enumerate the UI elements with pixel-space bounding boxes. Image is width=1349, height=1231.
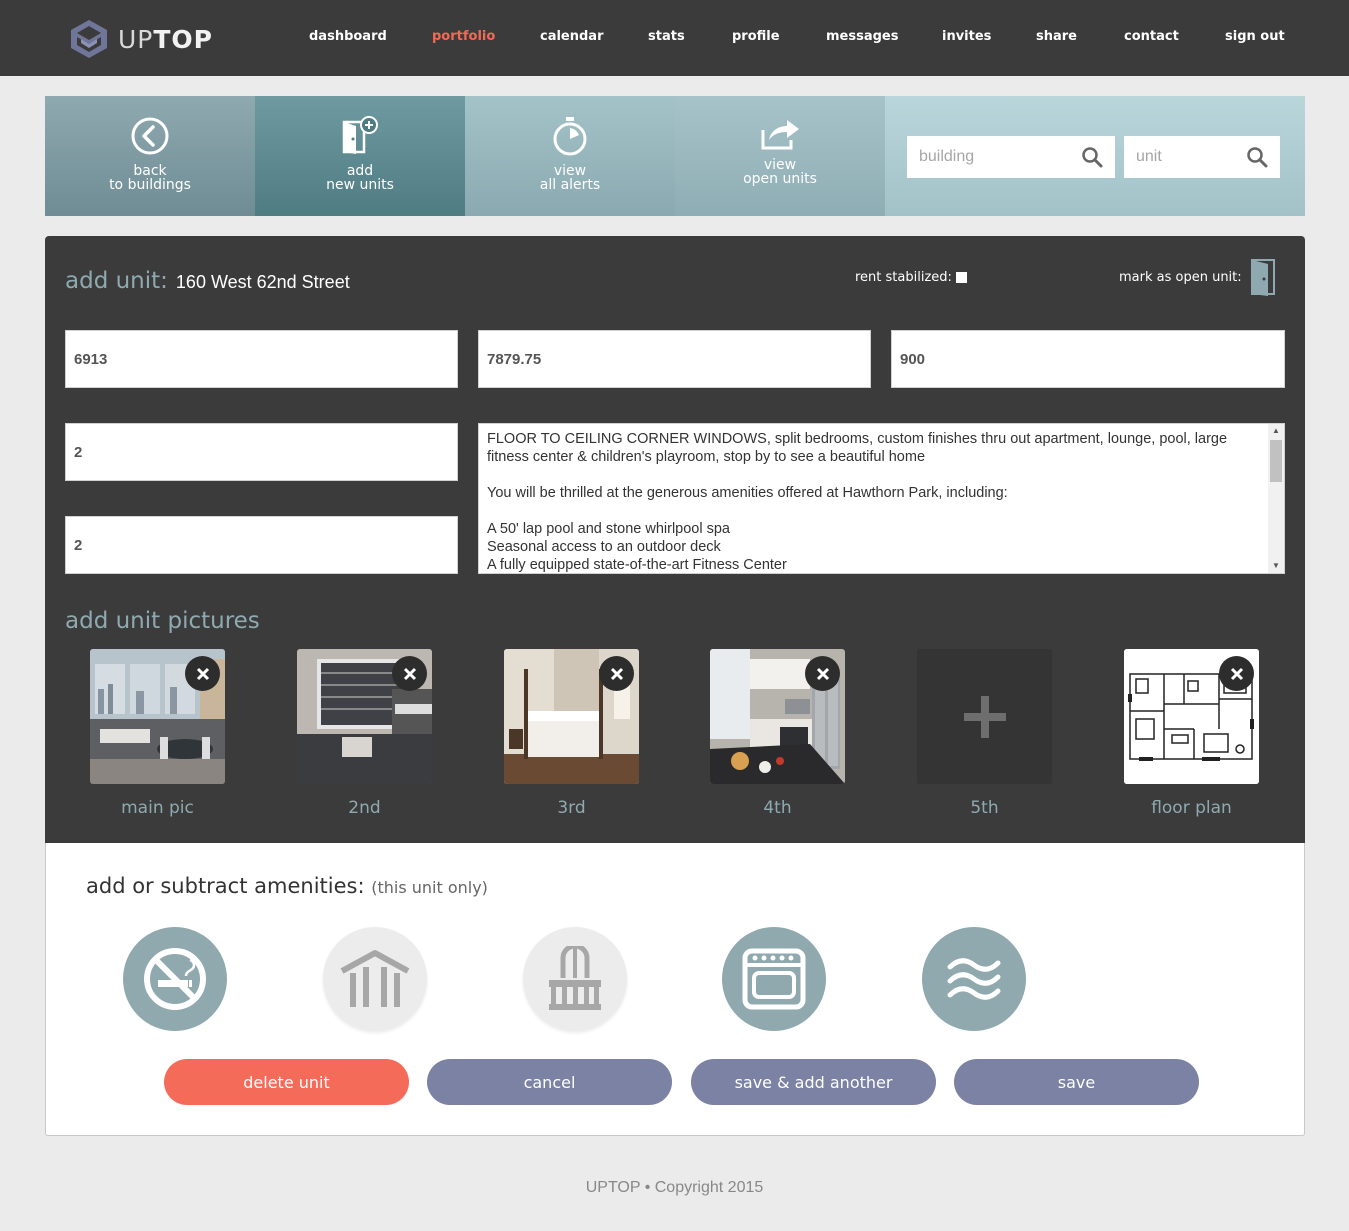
picture-label-4th: 4th bbox=[763, 798, 792, 818]
close-icon bbox=[1230, 667, 1243, 680]
back-to-buildings-button[interactable]: back to buildings bbox=[45, 96, 255, 216]
nav-invites[interactable]: invites bbox=[942, 29, 991, 44]
picture-label-main: main pic bbox=[121, 798, 194, 818]
picture-label-3rd: 3rd bbox=[557, 798, 586, 818]
add-new-units-button[interactable]: add new units bbox=[255, 96, 465, 216]
scroll-down-icon[interactable]: ▼ bbox=[1268, 559, 1284, 573]
footer-copyright: UPTOP • Copyright 2015 bbox=[585, 1179, 764, 1196]
unit-search bbox=[1124, 136, 1280, 178]
door-plus-icon bbox=[342, 116, 378, 154]
mark-open-unit: mark as open unit: bbox=[1119, 258, 1276, 296]
nav-stats[interactable]: stats bbox=[648, 29, 685, 44]
description-text: FLOOR TO CEILING CORNER WINDOWS, split b… bbox=[487, 431, 1228, 573]
square-feet-field[interactable]: 900 bbox=[891, 330, 1285, 388]
remove-picture-button[interactable] bbox=[392, 656, 427, 691]
close-icon bbox=[196, 667, 209, 680]
amenity-oven-toggle[interactable] bbox=[722, 927, 826, 1031]
share-arrow-icon bbox=[761, 120, 799, 150]
bedrooms-field[interactable]: 2 bbox=[65, 423, 458, 481]
amenity-balcony-toggle[interactable] bbox=[523, 927, 627, 1031]
nav-calendar[interactable]: calendar bbox=[540, 29, 604, 44]
nav-sign-out[interactable]: sign out bbox=[1225, 29, 1285, 44]
description-textarea[interactable]: FLOOR TO CEILING CORNER WINDOWS, split b… bbox=[478, 423, 1285, 574]
nav-messages[interactable]: messages bbox=[826, 29, 898, 44]
nav-contact[interactable]: contact bbox=[1124, 29, 1179, 44]
view-open-units-button[interactable]: view open units bbox=[675, 96, 885, 216]
picture-label-floor-plan: floor plan bbox=[1151, 798, 1232, 818]
picture-3rd[interactable] bbox=[504, 649, 639, 784]
building-address: 160 West 62nd Street bbox=[175, 272, 350, 292]
open-line1: view bbox=[763, 157, 797, 173]
stopwatch-icon bbox=[553, 117, 587, 156]
top-navbar: UPTOP dashboard portfolio calendar stats… bbox=[0, 0, 1349, 76]
action-bar: back to buildings add new units view all al… bbox=[45, 96, 1305, 216]
scroll-up-icon[interactable]: ▲ bbox=[1268, 424, 1284, 438]
save-button[interactable]: save bbox=[954, 1059, 1199, 1105]
gazebo-icon bbox=[340, 950, 410, 1007]
description-scrollbar[interactable]: ▲ ▼ bbox=[1268, 424, 1284, 573]
amenities-card: add or subtract amenities: (this unit on… bbox=[45, 843, 1305, 1136]
amenities-title: add or subtract amenities: (this unit on… bbox=[86, 874, 488, 898]
alerts-line1: view bbox=[553, 163, 587, 179]
price-field[interactable]: 7879.75 bbox=[478, 330, 871, 388]
picture-floor-plan[interactable] bbox=[1124, 649, 1259, 784]
add-line2: new units bbox=[326, 177, 394, 193]
amenity-waves-toggle[interactable] bbox=[922, 927, 1026, 1031]
nav-dashboard[interactable]: dashboard bbox=[309, 29, 387, 44]
amenity-gazebo-toggle[interactable] bbox=[323, 927, 427, 1031]
remove-picture-button[interactable] bbox=[599, 656, 634, 691]
rent-stabilized: rent stabilized: bbox=[855, 270, 967, 285]
building-search bbox=[907, 136, 1115, 178]
remove-picture-button[interactable] bbox=[185, 656, 220, 691]
unit-number-field[interactable]: 6913 bbox=[65, 330, 458, 388]
remove-picture-button[interactable] bbox=[805, 656, 840, 691]
add-unit-panel: add unit: 160 West 62nd Street rent stab… bbox=[45, 236, 1305, 844]
plus-icon bbox=[963, 695, 1006, 738]
door-icon[interactable] bbox=[1250, 258, 1276, 296]
close-icon bbox=[610, 667, 623, 680]
search-icon[interactable] bbox=[1081, 146, 1103, 168]
page-title: add unit: 160 West 62nd Street bbox=[65, 268, 350, 294]
back-arrow-circle-icon bbox=[131, 117, 169, 155]
nav-share[interactable]: share bbox=[1036, 29, 1077, 44]
logo-cube-icon bbox=[71, 20, 107, 58]
bathrooms-field[interactable]: 2 bbox=[65, 516, 458, 574]
add-picture-slot[interactable] bbox=[917, 649, 1052, 784]
no-smoking-icon bbox=[144, 948, 206, 1010]
picture-label-5th: 5th bbox=[970, 798, 999, 818]
waves-icon bbox=[947, 958, 1001, 1000]
remove-picture-button[interactable] bbox=[1219, 656, 1254, 691]
picture-2nd[interactable] bbox=[297, 649, 432, 784]
amenities-subtitle: (this unit only) bbox=[371, 878, 488, 897]
view-all-alerts-button[interactable]: view all alerts bbox=[465, 96, 675, 216]
back-line2: to buildings bbox=[109, 177, 191, 193]
close-icon bbox=[403, 667, 416, 680]
open-line2: open units bbox=[743, 171, 817, 187]
cancel-button[interactable]: cancel bbox=[427, 1059, 672, 1105]
amenity-no-smoking-toggle[interactable] bbox=[123, 927, 227, 1031]
balcony-icon bbox=[549, 946, 601, 1010]
search-icon[interactable] bbox=[1246, 146, 1268, 168]
scroll-thumb[interactable] bbox=[1270, 440, 1282, 482]
picture-main[interactable] bbox=[90, 649, 225, 784]
save-and-add-another-button[interactable]: save & add another bbox=[691, 1059, 936, 1105]
alerts-line2: all alerts bbox=[539, 177, 601, 193]
search-area bbox=[885, 96, 1305, 216]
nav-profile[interactable]: profile bbox=[732, 29, 780, 44]
logo-text: UPTOP bbox=[118, 24, 214, 54]
pictures-title: add unit pictures bbox=[65, 608, 260, 634]
close-icon bbox=[816, 667, 829, 680]
picture-4th[interactable] bbox=[710, 649, 845, 784]
nav-portfolio[interactable]: portfolio bbox=[432, 29, 495, 44]
add-line1: add bbox=[346, 163, 374, 179]
add-unit-label: add unit: bbox=[65, 268, 168, 294]
rent-stabilized-label: rent stabilized: bbox=[855, 270, 952, 285]
oven-icon bbox=[742, 948, 806, 1010]
rent-stabilized-checkbox[interactable] bbox=[955, 272, 967, 283]
picture-label-2nd: 2nd bbox=[348, 798, 381, 818]
back-line1: back bbox=[133, 163, 167, 179]
logo[interactable]: UPTOP bbox=[68, 18, 213, 60]
open-unit-label: mark as open unit: bbox=[1119, 269, 1242, 285]
delete-unit-button[interactable]: delete unit bbox=[164, 1059, 409, 1105]
